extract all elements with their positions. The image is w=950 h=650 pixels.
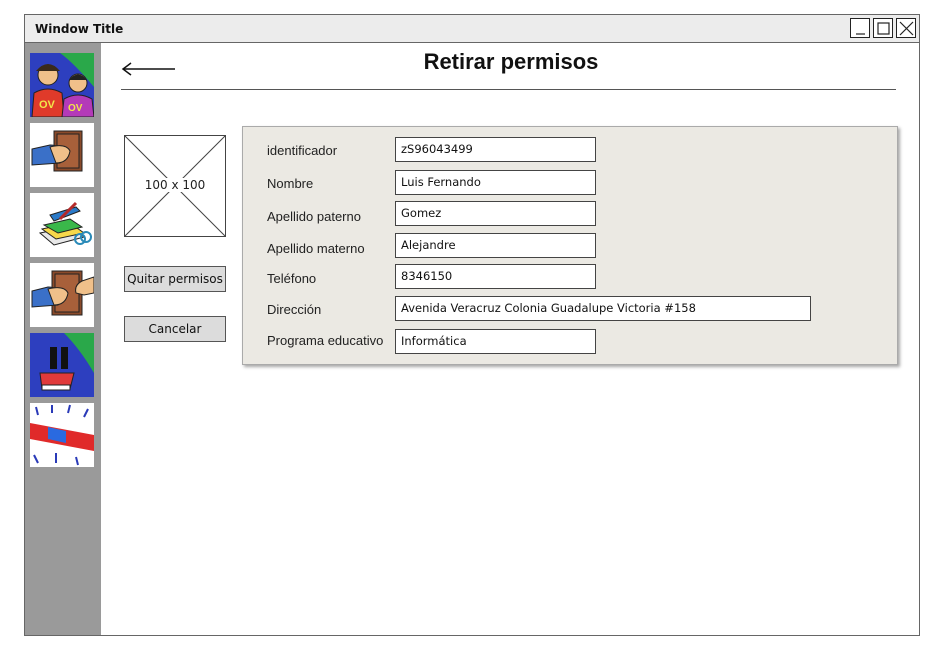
documents-icon (30, 193, 94, 257)
page-title: Retirar permisos (423, 49, 599, 74)
minimize-icon (856, 33, 865, 35)
minimize-button[interactable] (850, 18, 870, 38)
maximize-icon (877, 22, 890, 35)
image-placeholder-label: 100 x 100 (143, 178, 207, 192)
sidebar-item-suspend[interactable] (30, 333, 94, 397)
phone-field[interactable]: 8346150 (395, 264, 596, 289)
remove-permissions-button[interactable]: Quitar permisos (124, 266, 226, 292)
sidebar-item-documents[interactable] (30, 193, 94, 257)
application-window: Window Title OV OV Retirar permisos 100 … (24, 14, 920, 636)
sidebar: OV OV (25, 43, 101, 635)
name-label: Nombre (267, 176, 314, 191)
cancel-button[interactable]: Cancelar (124, 316, 226, 342)
sidebar-item-users[interactable]: OV OV (30, 53, 94, 117)
educational-program-field[interactable]: Informática (395, 329, 596, 354)
title-bar: Window Title (25, 15, 919, 43)
main-content: Retirar permisos 100 x 100 Quitar permis… (101, 43, 919, 635)
title-divider (121, 89, 896, 90)
sidebar-item-return[interactable] (30, 263, 94, 327)
svg-text:OV: OV (39, 99, 56, 111)
window-title: Window Title (35, 22, 124, 36)
maximize-button[interactable] (873, 18, 893, 38)
sidebar-item-loan[interactable] (30, 123, 94, 187)
sidebar-item-alerts[interactable] (30, 403, 94, 467)
paternal-surname-field[interactable]: Gomez (395, 201, 596, 226)
name-field[interactable]: Luis Fernando (395, 170, 596, 195)
address-field[interactable]: Avenida Veracruz Colonia Guadalupe Victo… (395, 296, 811, 321)
paternal-surname-label: Apellido paterno (267, 209, 361, 224)
educational-program-label: Programa educativo (267, 333, 384, 348)
image-placeholder: 100 x 100 (124, 135, 226, 237)
pause-book-icon (30, 333, 94, 397)
book-hand-icon (30, 123, 94, 187)
svg-text:OV: OV (68, 103, 83, 114)
identifier-label: identificador (267, 143, 338, 158)
close-button[interactable] (896, 18, 916, 38)
users-icon: OV OV (30, 53, 94, 117)
address-label: Dirección (267, 302, 322, 317)
close-icon (899, 21, 914, 36)
alert-siren-icon (30, 403, 94, 467)
maternal-surname-field[interactable]: Alejandre (395, 233, 596, 258)
maternal-surname-label: Apellido materno (267, 241, 365, 256)
user-details-form: identificador zS96043499 Nombre Luis Fer… (242, 126, 898, 365)
phone-label: Teléfono (267, 271, 317, 286)
identifier-field[interactable]: zS96043499 (395, 137, 596, 162)
book-exchange-icon (30, 263, 94, 327)
